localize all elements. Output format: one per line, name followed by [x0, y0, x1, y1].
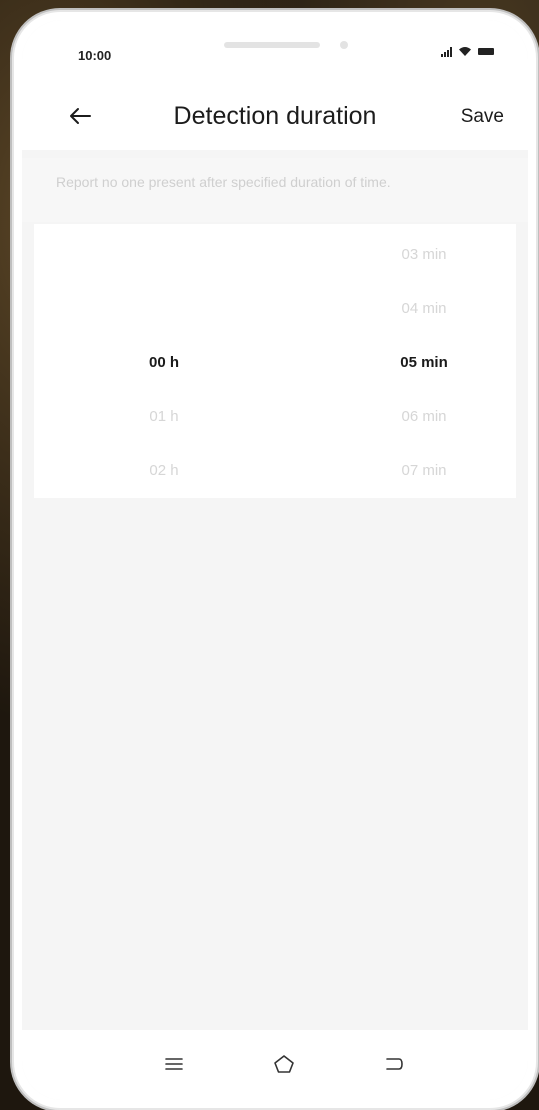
- status-icons: [441, 46, 494, 57]
- system-navigation-bar: [22, 1030, 528, 1100]
- page-title: Detection duration: [173, 102, 377, 130]
- status-bar: 10:00: [22, 20, 528, 82]
- minutes-option[interactable]: 07 min: [364, 456, 484, 486]
- hours-option[interactable]: 02 h: [104, 456, 224, 486]
- phone-screen: 10:00 Detection duration Save Report no …: [22, 20, 528, 1100]
- phone-frame: 10:00 Detection duration Save Report no …: [14, 12, 536, 1108]
- home-icon[interactable]: [272, 1052, 296, 1076]
- hours-option[interactable]: 01 h: [104, 402, 224, 432]
- minutes-option-selected[interactable]: 05 min: [364, 348, 484, 378]
- minutes-option[interactable]: 04 min: [364, 294, 484, 324]
- description-text: Report no one present after specified du…: [22, 158, 528, 222]
- menu-icon[interactable]: [162, 1052, 186, 1076]
- hours-option-selected[interactable]: 00 h: [104, 348, 224, 378]
- duration-picker[interactable]: 00 h 01 h 02 h 03 min 04 min 05 min 06 m…: [34, 224, 516, 498]
- battery-icon: [478, 48, 494, 55]
- status-time: 10:00: [78, 48, 112, 63]
- speaker-notch: [224, 42, 320, 48]
- signal-icon: [441, 46, 452, 57]
- minutes-option[interactable]: 03 min: [364, 240, 484, 270]
- save-button[interactable]: Save: [461, 106, 504, 128]
- camera-notch: [340, 41, 348, 49]
- hours-wheel[interactable]: 00 h 01 h 02 h: [104, 224, 224, 498]
- wifi-icon: [459, 47, 471, 56]
- minutes-wheel[interactable]: 03 min 04 min 05 min 06 min 07 min: [364, 224, 484, 498]
- back-icon[interactable]: [382, 1052, 406, 1076]
- app-header: Detection duration Save: [22, 82, 528, 150]
- minutes-option[interactable]: 06 min: [364, 402, 484, 432]
